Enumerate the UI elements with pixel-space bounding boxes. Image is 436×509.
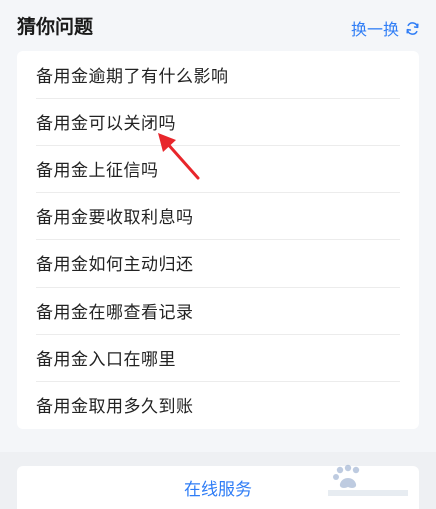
guess-questions-section: 猜你问题 换一换 备用金逾期了有什么影响 备用金可以关闭吗 备用金上征信吗 备用… [0,0,436,452]
refresh-icon [405,21,420,36]
question-label: 备用金入口在哪里 [36,350,176,370]
question-item[interactable]: 备用金如何主动归还 [36,239,400,286]
question-item[interactable]: 备用金上征信吗 [36,145,400,192]
refresh-button[interactable]: 换一换 [351,16,420,40]
question-label: 备用金要收取利息吗 [36,208,194,228]
question-label: 备用金上征信吗 [36,161,159,181]
question-item[interactable]: 备用金取用多久到账 [36,381,400,428]
questions-card: 备用金逾期了有什么影响 备用金可以关闭吗 备用金上征信吗 备用金要收取利息吗 备… [17,51,419,429]
question-label: 备用金逾期了有什么影响 [36,67,229,87]
online-service-button[interactable]: 在线服务 [17,466,419,509]
question-item[interactable]: 备用金逾期了有什么影响 [36,51,400,98]
question-item[interactable]: 备用金在哪查看记录 [36,287,400,334]
question-label: 备用金在哪查看记录 [36,303,194,323]
question-label: 备用金如何主动归还 [36,255,194,275]
question-item[interactable]: 备用金入口在哪里 [36,334,400,381]
section-title: 猜你问题 [17,16,94,38]
question-label: 备用金可以关闭吗 [36,114,176,134]
question-item[interactable]: 备用金可以关闭吗 [36,98,400,145]
question-label: 备用金取用多久到账 [36,397,194,417]
online-service-label: 在线服务 [184,480,252,500]
refresh-label: 换一换 [350,20,399,39]
question-item[interactable]: 备用金要收取利息吗 [36,192,400,239]
